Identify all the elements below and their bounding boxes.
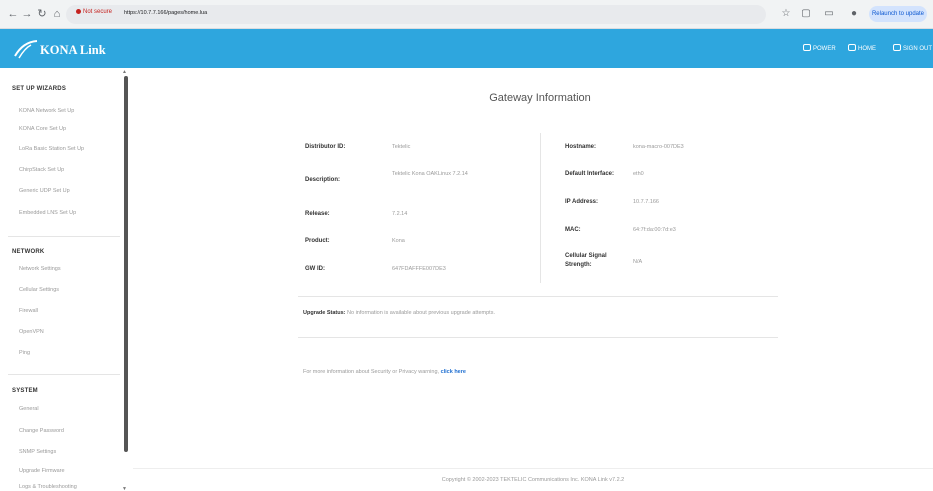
home-label: HOME <box>858 46 876 52</box>
tab-search-icon[interactable]: ▭ <box>823 8 835 20</box>
power-label: POWER <box>813 46 836 52</box>
sidebar-item-upgrade-firmware[interactable]: Upgrade Firmware <box>19 468 65 474</box>
home-browser-icon[interactable]: ⌂ <box>50 7 64 21</box>
default-interface-value: eth0 <box>633 171 644 177</box>
distributor-id-label: Distributor ID: <box>305 144 346 150</box>
sidebar-item-change-password[interactable]: Change Password <box>19 428 64 434</box>
hostname-value: kona-macro-007DE3 <box>633 144 684 150</box>
upgrade-status: Upgrade Status: No information is availa… <box>303 310 495 316</box>
brand-name[interactable]: KONA Link <box>40 43 106 58</box>
sidebar-item-snmp-settings[interactable]: SNMP Settings <box>19 449 56 455</box>
sidebar-item-logs-troubleshooting[interactable]: Logs & Troubleshooting <box>19 484 77 490</box>
gw-id-label: GW ID: <box>305 266 325 272</box>
description-label: Description: <box>305 177 341 183</box>
sidebar-scrollbar[interactable] <box>124 76 128 452</box>
warning-icon <box>76 9 81 14</box>
section-divider <box>298 337 778 338</box>
release-label: Release: <box>305 211 330 217</box>
app-header: KONA Link POWER HOME SIGN OUT <box>0 29 933 68</box>
mac-value: 64:7f:da:00:7d:e3 <box>633 227 676 233</box>
scroll-down-icon[interactable]: ▼ <box>122 486 127 491</box>
sidebar-item-generic-udp-set-up[interactable]: Generic UDP Set Up <box>19 188 70 194</box>
forward-icon[interactable]: → <box>20 7 34 21</box>
browser-toolbar: ← → ↻ ⌂ Not secure https://10.7.7.166/pa… <box>0 0 933 29</box>
sidebar: SET UP WIZARDS KONA Network Set Up KONA … <box>0 68 133 491</box>
hostname-label: Hostname: <box>565 144 597 150</box>
kona-logo-icon <box>14 40 38 59</box>
upgrade-status-label: Upgrade Status: <box>303 310 346 316</box>
more-info: For more information about Security or P… <box>303 369 466 375</box>
reload-icon[interactable]: ↻ <box>35 7 49 21</box>
gw-id-value: 647FDAFFFE007DE3 <box>392 266 446 272</box>
cellular-signal-label: Cellular Signal Strength: <box>565 253 607 268</box>
cellular-signal-value: N/A <box>633 259 643 265</box>
sidebar-item-cellular-settings[interactable]: Cellular Settings <box>19 287 59 293</box>
page-title: Gateway Information <box>489 92 591 104</box>
footer-divider <box>133 468 933 469</box>
sign-out-link[interactable]: SIGN OUT <box>893 44 932 52</box>
section-divider <box>298 296 778 297</box>
power-link[interactable]: POWER <box>803 44 836 52</box>
ip-address-value: 10.7.7.166 <box>633 199 659 205</box>
product-value: Kona <box>392 238 405 244</box>
more-info-text: For more information about Security or P… <box>303 369 440 375</box>
sidebar-item-network-settings[interactable]: Network Settings <box>19 266 61 272</box>
not-secure-indicator[interactable]: Not secure <box>76 9 112 15</box>
sidebar-item-ping[interactable]: Ping <box>19 350 30 356</box>
product-label: Product: <box>305 238 330 244</box>
profile-icon[interactable]: ● <box>848 8 860 20</box>
sign-out-label: SIGN OUT <box>903 46 933 52</box>
sidebar-item-lora-basic-station-set-up[interactable]: LoRa Basic Station Set Up <box>19 146 84 152</box>
star-icon[interactable]: ☆ <box>780 8 792 20</box>
sidebar-item-kona-core-set-up[interactable]: KONA Core Set Up <box>19 126 66 132</box>
back-icon[interactable]: ← <box>6 7 20 21</box>
power-icon <box>803 44 811 51</box>
sidebar-item-general[interactable]: General <box>19 406 39 412</box>
mac-label: MAC: <box>565 227 581 233</box>
sidebar-item-chirpstack-set-up[interactable]: ChirpStack Set Up <box>19 167 64 173</box>
extensions-icon[interactable]: ▢ <box>800 8 812 20</box>
sidebar-item-firewall[interactable]: Firewall <box>19 308 38 314</box>
sidebar-item-kona-network-set-up[interactable]: KONA Network Set Up <box>19 108 74 114</box>
description-value: Tektelic Kona OAKLinux 7.2.14 <box>392 171 468 177</box>
release-value: 7.2.14 <box>392 211 408 217</box>
section-set-up-wizards: SET UP WIZARDS <box>12 86 67 92</box>
column-divider <box>540 133 541 283</box>
sidebar-divider <box>8 236 120 237</box>
url-text[interactable]: https://10.7.7.166/pages/home.lua <box>124 10 207 16</box>
sidebar-item-openvpn[interactable]: OpenVPN <box>19 329 44 335</box>
home-link[interactable]: HOME <box>848 44 876 52</box>
sidebar-item-embedded-lns-set-up[interactable]: Embedded LNS Set Up <box>19 210 76 216</box>
footer-copyright: Copyright © 2002-2023 TEKTELIC Communica… <box>441 477 625 483</box>
scroll-up-icon[interactable]: ▲ <box>122 69 127 75</box>
not-secure-label: Not secure <box>83 9 113 16</box>
sidebar-divider <box>8 374 120 375</box>
upgrade-status-text: No information is available about previo… <box>347 310 495 316</box>
relaunch-button[interactable]: Relaunch to update <box>869 6 927 22</box>
sign-out-icon <box>893 44 901 51</box>
default-interface-label: Default Interface: <box>565 171 615 177</box>
click-here-link[interactable]: click here <box>441 369 466 375</box>
distributor-id-value: Tektelic <box>392 144 411 150</box>
section-system: SYSTEM <box>12 388 38 394</box>
home-icon <box>848 44 856 51</box>
section-network: NETWORK <box>12 249 45 255</box>
ip-address-label: IP Address: <box>565 199 599 205</box>
address-bar[interactable]: Not secure https://10.7.7.166/pages/home… <box>66 5 766 24</box>
